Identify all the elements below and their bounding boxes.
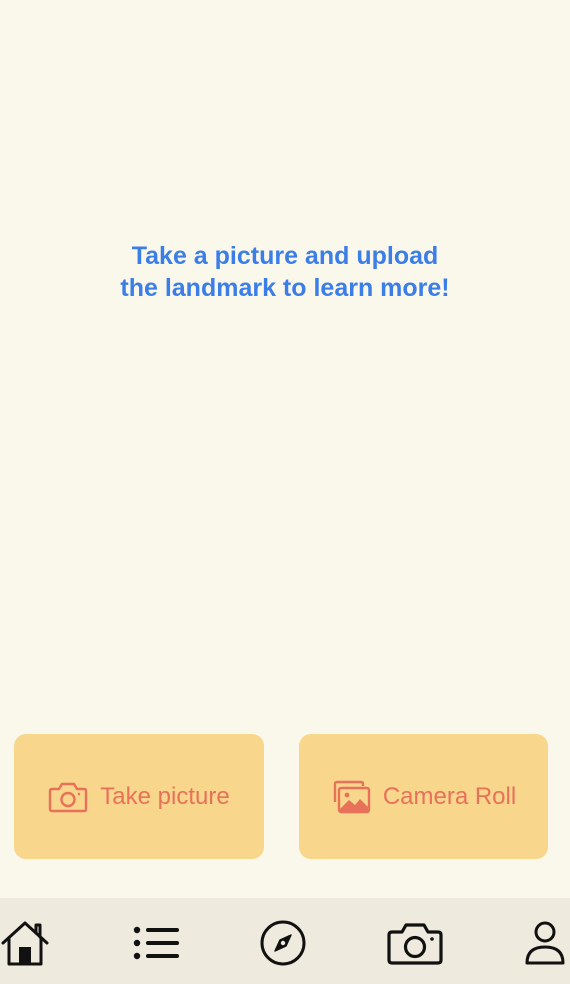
camera-roll-label: Camera Roll <box>382 782 517 810</box>
tab-explore[interactable] <box>258 920 308 970</box>
camera-icon <box>48 781 88 813</box>
photo-gallery-icon <box>331 780 371 814</box>
list-icon <box>132 923 180 968</box>
house-icon <box>0 919 50 972</box>
take-picture-button[interactable]: Take picture <box>14 734 264 859</box>
tab-profile[interactable] <box>522 920 568 970</box>
compass-icon <box>259 919 307 972</box>
instructions-line-1: Take a picture and upload <box>131 242 439 270</box>
instructions-line-2: the landmark to learn more! <box>120 274 450 302</box>
camera-roll-button[interactable]: Camera Roll <box>299 734 548 859</box>
person-icon <box>523 919 567 972</box>
tab-bar <box>0 898 570 984</box>
take-picture-label: Take picture <box>100 782 230 810</box>
tab-home[interactable] <box>0 920 50 970</box>
upload-instructions: Take a picture and upload the landmark t… <box>0 240 570 304</box>
tab-list[interactable] <box>131 920 181 970</box>
tab-camera[interactable] <box>385 920 445 970</box>
camera-icon <box>386 920 444 971</box>
